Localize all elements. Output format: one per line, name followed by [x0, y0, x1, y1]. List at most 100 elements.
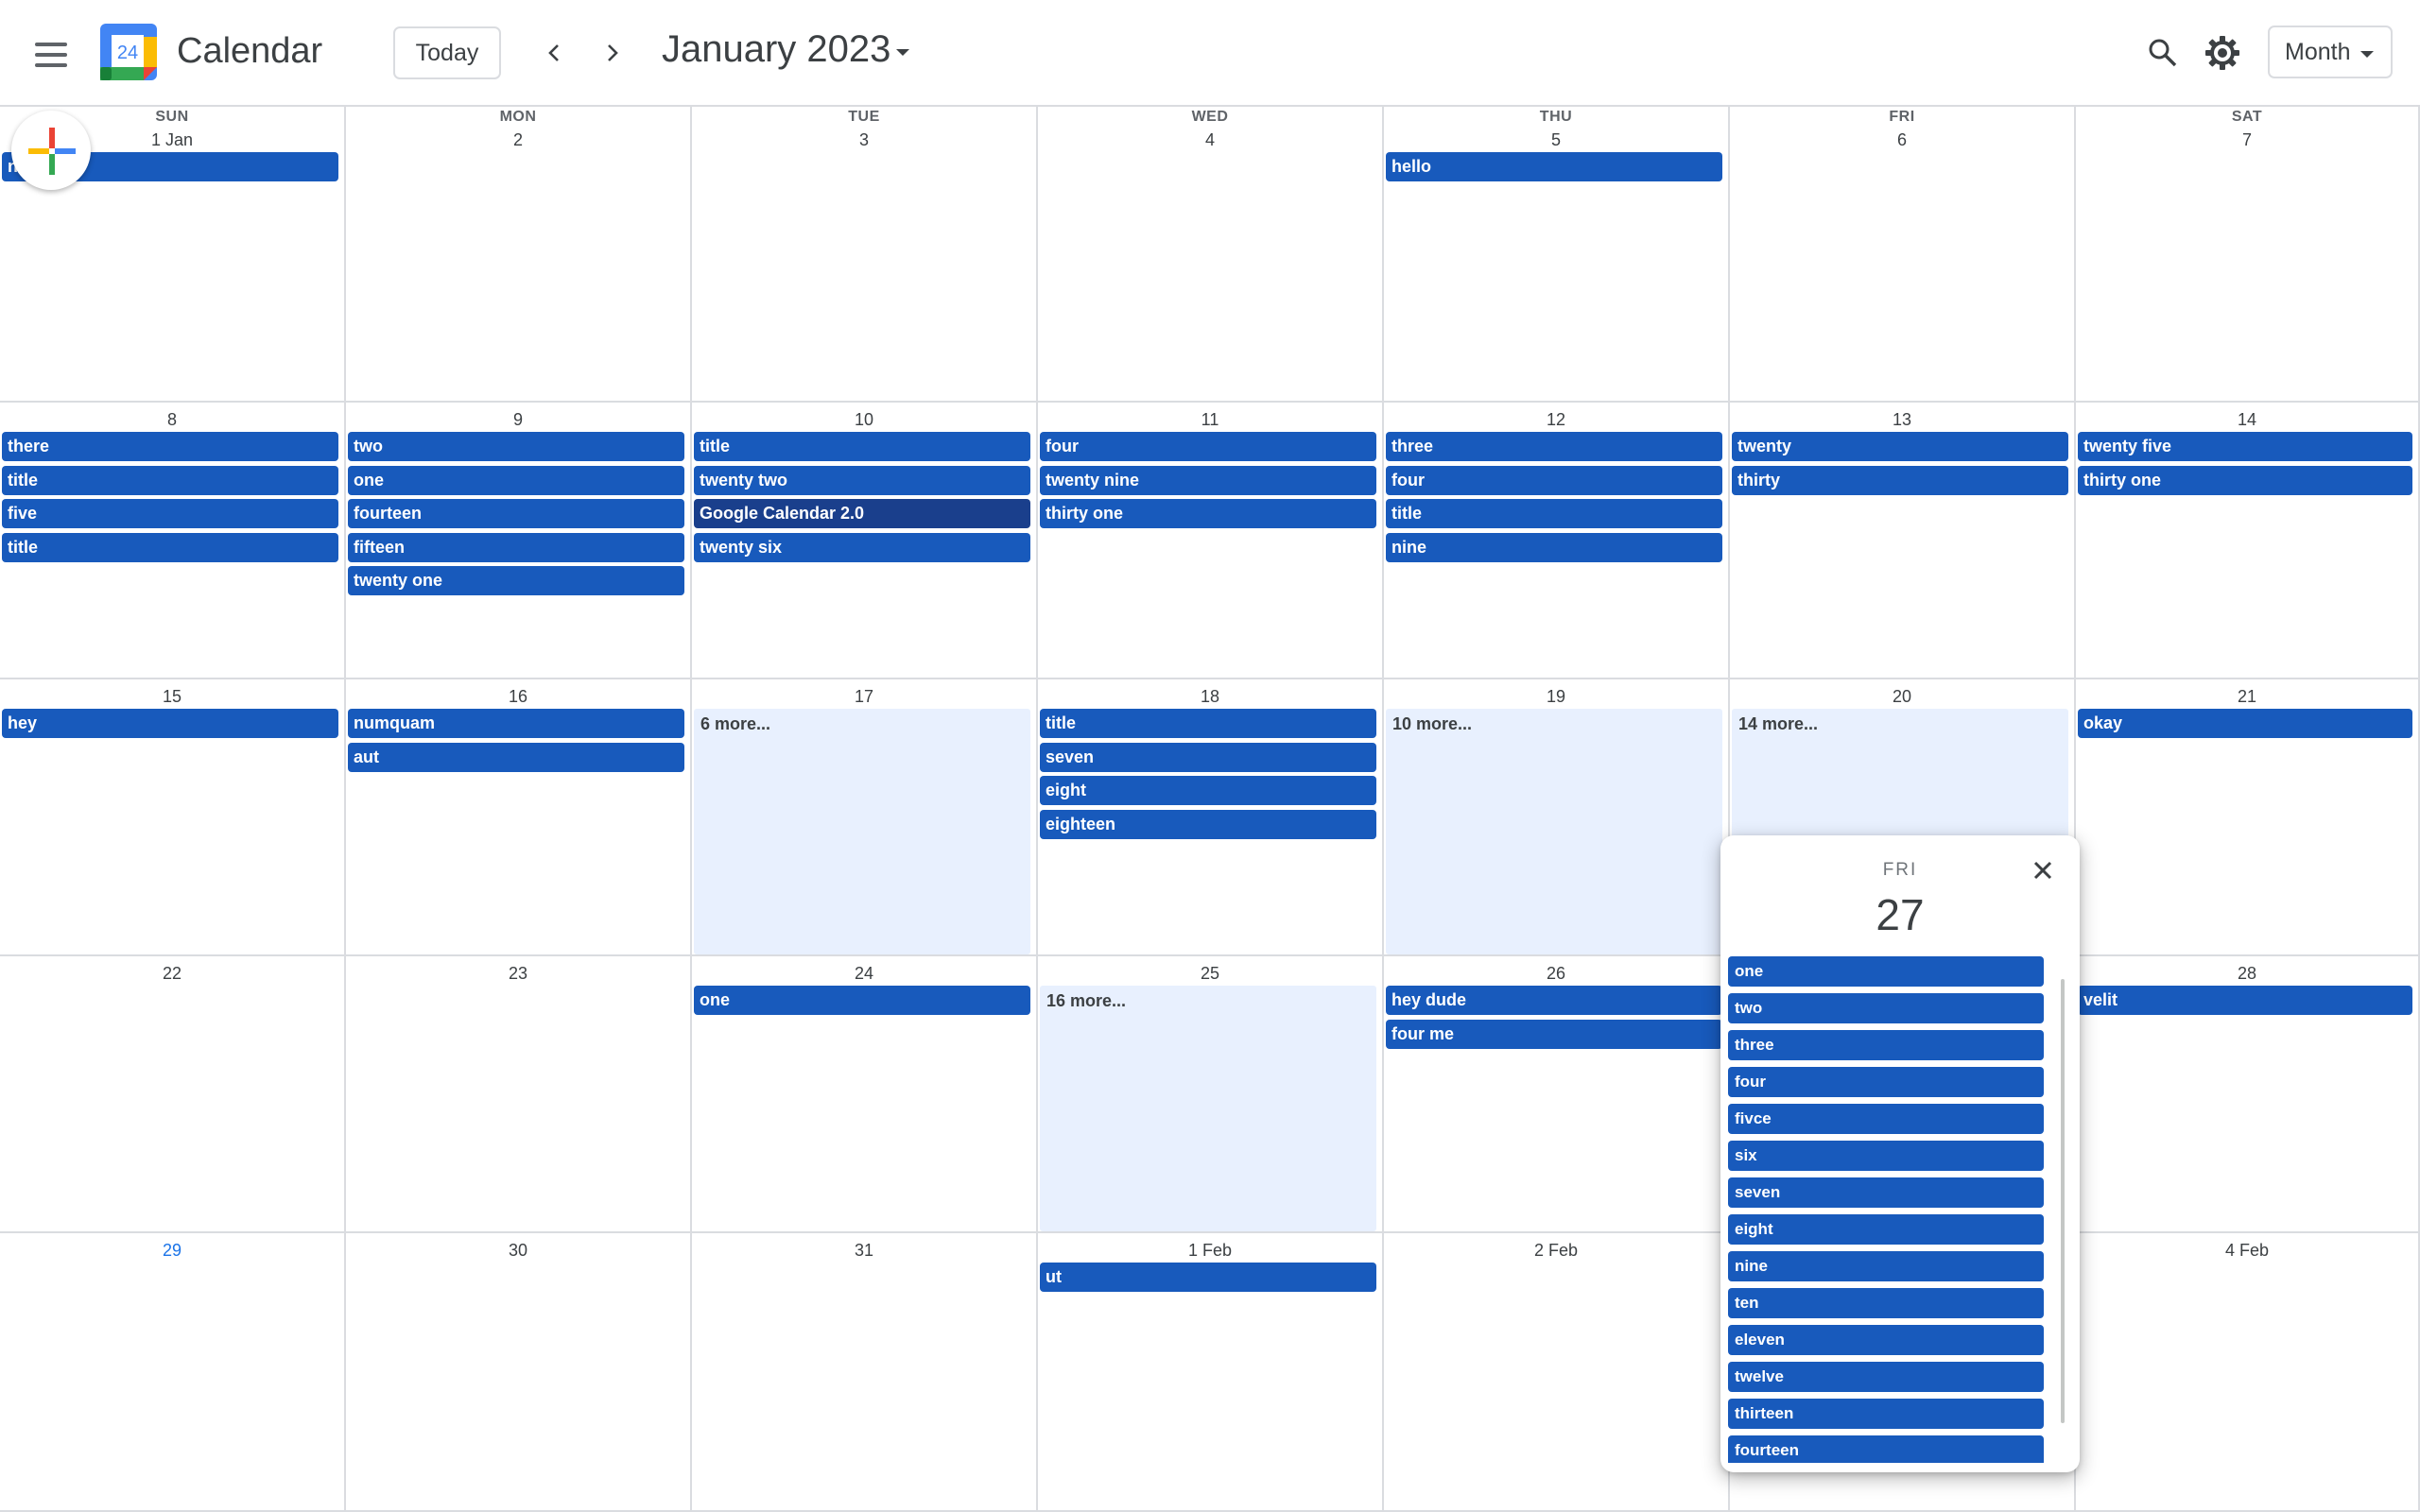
popover-event-chip[interactable]: fivce	[1728, 1104, 2044, 1134]
event-chip[interactable]: eight	[1040, 776, 1376, 805]
day-number[interactable]: 5	[1384, 130, 1728, 150]
event-chip[interactable]: four	[1040, 432, 1376, 461]
popover-event-chip[interactable]: three	[1728, 1030, 2044, 1060]
day-cell[interactable]: 29	[0, 1233, 346, 1512]
event-chip[interactable]: twenty two	[694, 465, 1030, 495]
day-cell[interactable]: 11 four twenty nine thirty one	[1038, 403, 1384, 679]
day-cell[interactable]: 25 16 more...	[1038, 956, 1384, 1233]
day-number[interactable]: 2 Feb	[1384, 1241, 1728, 1261]
event-chip[interactable]: numquam	[348, 709, 684, 738]
event-chip[interactable]: thirty one	[2078, 465, 2412, 495]
event-chip[interactable]: seven	[1040, 742, 1376, 772]
popover-scrollbar[interactable]	[2061, 979, 2065, 1423]
day-number[interactable]: 4 Feb	[2076, 1241, 2418, 1261]
day-number[interactable]: 21	[2076, 687, 2418, 707]
day-cell[interactable]: 2 Feb	[1384, 1233, 1730, 1512]
event-chip[interactable]: five	[2, 499, 338, 528]
event-chip[interactable]: hey	[2, 709, 338, 738]
event-chip[interactable]: okay	[2078, 709, 2412, 738]
day-cell[interactable]: 13 twenty thirty	[1730, 403, 2076, 679]
day-cell[interactable]: 24 one	[692, 956, 1038, 1233]
popover-event-chip[interactable]: thirteen	[1728, 1399, 2044, 1429]
day-number[interactable]: 1 Feb	[1038, 1241, 1382, 1261]
popover-event-chip[interactable]: eight	[1728, 1214, 2044, 1245]
day-number[interactable]: 7	[2076, 130, 2418, 150]
day-cell[interactable]: 16 numquam aut	[346, 679, 692, 956]
day-cell[interactable]: 14 twenty five thirty one	[2076, 403, 2420, 679]
day-number[interactable]: 9	[346, 410, 690, 430]
day-number[interactable]: 6	[1730, 130, 2074, 150]
event-chip[interactable]: ut	[1040, 1263, 1376, 1292]
day-number[interactable]: 24	[692, 964, 1036, 984]
popover-event-chip[interactable]: eleven	[1728, 1325, 2044, 1355]
event-chip[interactable]: title	[694, 432, 1030, 461]
day-number[interactable]: 14	[2076, 410, 2418, 430]
day-number[interactable]: 23	[346, 964, 690, 984]
event-chip[interactable]: hello	[1386, 152, 1722, 181]
day-number[interactable]: 31	[692, 1241, 1036, 1261]
event-chip[interactable]: two	[348, 432, 684, 461]
day-cell[interactable]: 8 there title five title	[0, 403, 346, 679]
day-cell[interactable]: 19 10 more...	[1384, 679, 1730, 956]
popover-event-chip[interactable]: nine	[1728, 1251, 2044, 1281]
popover-event-chip[interactable]: fourteen	[1728, 1435, 2044, 1463]
more-events-link[interactable]: 6 more...	[694, 709, 1030, 954]
day-cell[interactable]: 4 Feb	[2076, 1233, 2420, 1512]
event-chip[interactable]: title	[1386, 499, 1722, 528]
popover-event-chip[interactable]: four	[1728, 1067, 2044, 1097]
event-chip[interactable]: title	[2, 532, 338, 562]
day-number[interactable]: 12	[1384, 410, 1728, 430]
day-number[interactable]: 20	[1730, 687, 2074, 707]
event-chip[interactable]: hey dude	[1386, 986, 1722, 1015]
event-chip[interactable]: three	[1386, 432, 1722, 461]
event-chip[interactable]: one	[694, 986, 1030, 1015]
day-cell[interactable]: SAT 7	[2076, 107, 2420, 403]
day-cell[interactable]: 28 velit	[2076, 956, 2420, 1233]
day-cell[interactable]: 12 three four title nine	[1384, 403, 1730, 679]
main-menu-icon[interactable]	[28, 32, 74, 77]
event-chip[interactable]: twenty nine	[1040, 465, 1376, 495]
day-cell[interactable]: 9 two one fourteen fifteen twenty one	[346, 403, 692, 679]
close-icon[interactable]	[2027, 854, 2059, 886]
day-cell[interactable]: 10 title twenty two Google Calendar 2.0 twen…	[692, 403, 1038, 679]
event-chip[interactable]: Google Calendar 2.0	[694, 499, 1030, 528]
day-cell[interactable]: 22	[0, 956, 346, 1233]
event-chip[interactable]: nine	[1386, 532, 1722, 562]
day-cell[interactable]: 23	[346, 956, 692, 1233]
previous-month-icon[interactable]	[532, 30, 578, 76]
settings-gear-icon[interactable]	[2200, 30, 2245, 76]
event-chip[interactable]: twenty one	[348, 566, 684, 595]
day-cell[interactable]: 21 okay	[2076, 679, 2420, 956]
day-number[interactable]: 2	[346, 130, 690, 150]
popover-event-chip[interactable]: six	[1728, 1141, 2044, 1171]
event-chip[interactable]: there	[2, 432, 338, 461]
event-chip[interactable]: four	[1386, 465, 1722, 495]
event-chip[interactable]: twenty five	[2078, 432, 2412, 461]
more-events-link[interactable]: 16 more...	[1040, 986, 1376, 1231]
day-number[interactable]: 29	[0, 1241, 344, 1261]
day-cell[interactable]: 30	[346, 1233, 692, 1512]
popover-event-chip[interactable]: one	[1728, 956, 2044, 987]
day-number[interactable]: 18	[1038, 687, 1382, 707]
month-dropdown-icon[interactable]	[896, 49, 909, 56]
day-cell[interactable]: THU 5 hello	[1384, 107, 1730, 403]
event-chip[interactable]: four me	[1386, 1019, 1722, 1049]
day-cell[interactable]: WED 4	[1038, 107, 1384, 403]
event-chip[interactable]: thirty one	[1040, 499, 1376, 528]
day-cell[interactable]: 31	[692, 1233, 1038, 1512]
popover-event-chip[interactable]: ten	[1728, 1288, 2044, 1318]
day-number[interactable]: 11	[1038, 410, 1382, 430]
event-chip[interactable]: title	[2, 465, 338, 495]
day-cell[interactable]: 17 6 more...	[692, 679, 1038, 956]
create-event-button[interactable]	[11, 111, 91, 190]
day-number[interactable]: 3	[692, 130, 1036, 150]
day-number[interactable]: 4	[1038, 130, 1382, 150]
day-number[interactable]: 30	[346, 1241, 690, 1261]
day-number[interactable]: 22	[0, 964, 344, 984]
day-cell[interactable]: 18 title seven eight eighteen	[1038, 679, 1384, 956]
current-month-title[interactable]: January 2023	[662, 28, 890, 71]
day-number[interactable]: 26	[1384, 964, 1728, 984]
popover-event-chip[interactable]: two	[1728, 993, 2044, 1023]
popover-event-chip[interactable]: seven	[1728, 1177, 2044, 1208]
event-chip[interactable]: eighteen	[1040, 809, 1376, 839]
